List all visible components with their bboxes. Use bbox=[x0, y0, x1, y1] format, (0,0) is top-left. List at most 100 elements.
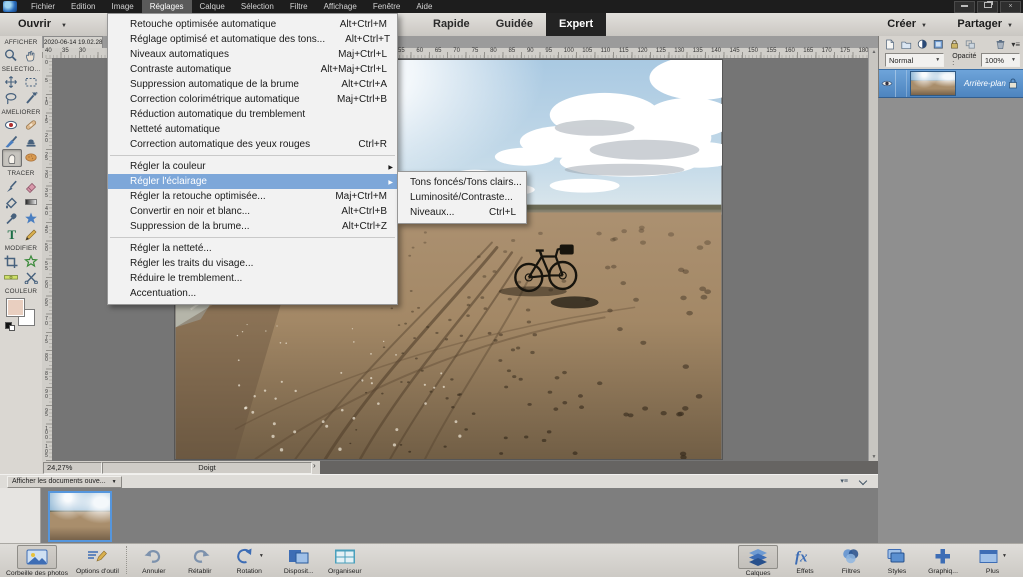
menu-item[interactable]: Correction colorimétrique automatiqueMaj… bbox=[108, 92, 397, 107]
brush-tool[interactable] bbox=[2, 178, 20, 194]
tab-rapide[interactable]: Rapide bbox=[420, 13, 483, 36]
menu-item[interactable]: Niveaux automatiquesMaj+Ctrl+L bbox=[108, 47, 397, 62]
blend-mode-select[interactable]: Normal▼ bbox=[885, 53, 944, 67]
menu-item[interactable]: Convertir en noir et blanc...Alt+Ctrl+B bbox=[108, 204, 397, 219]
menu-item[interactable]: Réglage optimisé et automatique des tons… bbox=[108, 32, 397, 47]
status-expander-icon[interactable]: › bbox=[313, 461, 316, 470]
gradient-tool[interactable] bbox=[22, 194, 40, 210]
submenu-item[interactable]: Tons foncés/Tons clairs... bbox=[398, 175, 526, 190]
layer-name[interactable]: Arrière-plan bbox=[964, 79, 1008, 88]
sponge-tool[interactable] bbox=[22, 149, 40, 165]
menubar-item-image[interactable]: Image bbox=[103, 0, 141, 13]
smart-brush-tool[interactable] bbox=[2, 133, 20, 149]
marquee-tool[interactable] bbox=[22, 74, 40, 90]
eraser-tool[interactable] bbox=[22, 178, 40, 194]
effets-button[interactable]: fxEffets bbox=[782, 544, 828, 575]
layer-row[interactable]: Arrière-plan bbox=[878, 69, 1023, 98]
recompose-tool[interactable] bbox=[22, 269, 40, 285]
lock-icon[interactable] bbox=[949, 38, 962, 51]
straighten-tool[interactable] bbox=[2, 269, 20, 285]
bin-menu-icon[interactable]: ▾≡ bbox=[840, 477, 848, 485]
default-colors-icon[interactable] bbox=[5, 322, 14, 330]
panel-menu-icon[interactable]: ▾≡ bbox=[1011, 40, 1020, 49]
menubar-item-aide[interactable]: Aide bbox=[408, 0, 440, 13]
fill-layer-icon[interactable] bbox=[933, 38, 946, 51]
lasso-tool[interactable] bbox=[2, 90, 20, 106]
menubar-item-fichier[interactable]: Fichier bbox=[23, 0, 63, 13]
paint-bucket-tool[interactable] bbox=[2, 194, 20, 210]
menubar-item-affichage[interactable]: Affichage bbox=[316, 0, 365, 13]
close-button[interactable]: × bbox=[1000, 1, 1021, 13]
restore-button[interactable] bbox=[977, 1, 998, 13]
new-group-icon[interactable] bbox=[901, 38, 914, 51]
layer-visibility-eye-icon[interactable] bbox=[879, 70, 896, 97]
menubar-item-fenêtre[interactable]: Fenêtre bbox=[365, 0, 409, 13]
r-tablir-button[interactable]: Rétablir bbox=[177, 544, 223, 575]
styles-button[interactable]: Styles bbox=[874, 544, 920, 575]
photo-bin-thumbnail[interactable] bbox=[48, 491, 112, 542]
options-d-outil-button[interactable]: Options d'outil bbox=[72, 544, 123, 575]
menubar-item-edition[interactable]: Edition bbox=[63, 0, 103, 13]
share-button[interactable]: Partager▼ bbox=[957, 13, 1013, 38]
foreground-color-swatch[interactable] bbox=[6, 298, 25, 317]
annuler-button[interactable]: Annuler bbox=[131, 544, 177, 575]
menu-item[interactable]: Régler l'éclairage▶ bbox=[108, 174, 397, 189]
eyedropper-tool[interactable] bbox=[2, 210, 20, 226]
menu-item[interactable]: Régler la retouche optimisée...Maj+Ctrl+… bbox=[108, 189, 397, 204]
menu-item[interactable]: Réduire le tremblement... bbox=[108, 271, 397, 286]
menubar-item-réglages[interactable]: Réglages bbox=[142, 0, 192, 13]
tab-guidée[interactable]: Guidée bbox=[483, 13, 546, 36]
spot-healing-tool[interactable] bbox=[22, 117, 40, 133]
type-tool[interactable]: T bbox=[2, 226, 20, 242]
rotation-button[interactable]: ▼Rotation bbox=[223, 544, 276, 575]
menu-item[interactable]: Accentuation... bbox=[108, 286, 397, 301]
move-tool[interactable] bbox=[2, 74, 20, 90]
opacity-select[interactable]: 100%▼ bbox=[981, 53, 1020, 67]
show-open-documents-button[interactable]: Afficher les documents ouve...▼ bbox=[7, 476, 122, 488]
submenu-arrow-icon: ▶ bbox=[388, 179, 393, 186]
graphiq-button[interactable]: Graphiq... bbox=[920, 544, 966, 575]
organiseur-button[interactable]: Organiseur bbox=[322, 544, 368, 575]
menubar-item-calque[interactable]: Calque bbox=[192, 0, 233, 13]
tab-expert[interactable]: Expert bbox=[546, 13, 606, 36]
quick-selection-tool[interactable] bbox=[22, 90, 40, 106]
adjustment-layer-icon[interactable] bbox=[917, 38, 930, 51]
pencil-tool[interactable] bbox=[22, 226, 40, 242]
minimize-button[interactable] bbox=[954, 1, 975, 13]
filtres-button[interactable]: Filtres bbox=[828, 544, 874, 575]
menu-item[interactable]: Régler les traits du visage... bbox=[108, 256, 397, 271]
new-layer-icon[interactable] bbox=[885, 38, 898, 51]
menu-item[interactable]: Régler la netteté... bbox=[108, 241, 397, 256]
menu-item[interactable]: Retouche optimisée automatiqueAlt+Ctrl+M bbox=[108, 17, 397, 32]
layer-thumbnail[interactable] bbox=[910, 71, 956, 96]
crop-tool[interactable] bbox=[2, 253, 20, 269]
calques-button[interactable]: Calques bbox=[734, 544, 782, 577]
disposit-button[interactable]: Disposit... bbox=[276, 544, 322, 575]
submenu-item[interactable]: Luminosité/Contraste... bbox=[398, 190, 526, 205]
menu-item[interactable]: Régler la couleur▶ bbox=[108, 159, 397, 174]
shape-tool[interactable] bbox=[22, 210, 40, 226]
hand-tool[interactable] bbox=[22, 47, 40, 63]
link-layers-icon[interactable] bbox=[965, 38, 978, 51]
zoom-level-field[interactable]: 24,27% bbox=[43, 462, 102, 474]
submenu-item[interactable]: Niveaux...Ctrl+L bbox=[398, 205, 526, 220]
corbeille-des-photos-button[interactable]: Corbeille des photos bbox=[2, 544, 72, 577]
open-button[interactable]: Ouvrir▼ bbox=[8, 16, 77, 33]
smudge-tool[interactable] bbox=[2, 149, 22, 167]
create-button[interactable]: Créer▼ bbox=[887, 13, 927, 38]
plus-button[interactable]: ▼Plus bbox=[966, 544, 1019, 575]
red-eye-tool[interactable] bbox=[2, 117, 20, 133]
collapse-bin-icon[interactable] bbox=[859, 477, 867, 485]
zoom-tool[interactable] bbox=[2, 47, 20, 63]
menu-item[interactable]: Réduction automatique du tremblement bbox=[108, 107, 397, 122]
menu-item[interactable]: Suppression de la brume...Alt+Ctrl+Z bbox=[108, 219, 397, 234]
menu-item[interactable]: Correction automatique des yeux rougesCt… bbox=[108, 137, 397, 152]
menu-item[interactable]: Netteté automatique bbox=[108, 122, 397, 137]
cookie-cutter-tool[interactable] bbox=[22, 253, 40, 269]
menubar-item-filtre[interactable]: Filtre bbox=[282, 0, 316, 13]
clone-stamp-tool[interactable] bbox=[22, 133, 40, 149]
trash-icon[interactable] bbox=[995, 38, 1008, 51]
menu-item[interactable]: Suppression automatique de la brumeAlt+C… bbox=[108, 77, 397, 92]
menubar-item-sélection[interactable]: Sélection bbox=[233, 0, 282, 13]
menu-item[interactable]: Contraste automatiqueAlt+Maj+Ctrl+L bbox=[108, 62, 397, 77]
